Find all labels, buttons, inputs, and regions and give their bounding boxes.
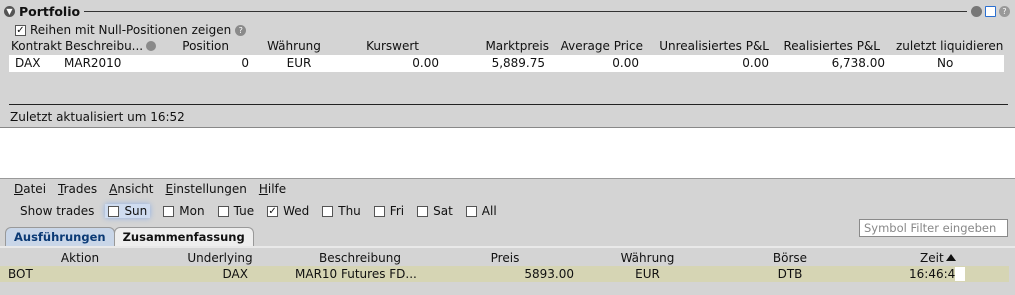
day-checkbox[interactable]: [163, 205, 175, 217]
show-trades-filter: Show trades Sun Mon Tue ✓ Wed Thu Fri Sat…: [20, 204, 510, 218]
day-checkbox[interactable]: [417, 205, 429, 217]
cell-boerse: DTB: [777, 267, 803, 281]
day-checkbox[interactable]: [108, 205, 120, 217]
portfolio-title: Portfolio: [19, 3, 81, 19]
link-icon[interactable]: [971, 5, 982, 17]
trades-panel: Datei Trades Ansicht Einstellungen Hilfe…: [0, 178, 1015, 295]
cell-kurswert: 0.00: [412, 56, 439, 70]
col-position[interactable]: Position: [159, 39, 229, 53]
col-beschreibung[interactable]: Beschreibu...: [65, 39, 143, 53]
maximize-icon[interactable]: [985, 5, 996, 17]
null-positions-checkbox[interactable]: ✓: [15, 24, 26, 36]
tab-underline: [0, 246, 1015, 248]
col-waehrung[interactable]: Währung: [254, 39, 334, 53]
sort-ascending-icon: [945, 254, 956, 261]
cell-waehrung: EUR: [286, 56, 312, 70]
day-checkbox[interactable]: [465, 205, 477, 217]
col-beschreibung[interactable]: Beschreibung: [310, 251, 410, 265]
cell-preis: 5893.00: [524, 267, 574, 281]
col-waehrung[interactable]: Währung: [610, 251, 685, 265]
col-realisiertes-pl[interactable]: Realisiertes P&L: [769, 39, 880, 53]
menu-trades[interactable]: Trades: [58, 182, 97, 196]
day-checkbox[interactable]: [217, 205, 229, 217]
day-checkbox[interactable]: [322, 205, 334, 217]
cell-beschreibung: MAR2010: [64, 56, 122, 70]
cell-unrealisiertes-pl: 0.00: [742, 56, 769, 70]
tab-ausfuehrungen[interactable]: Ausführungen: [5, 227, 115, 247]
symbol-filter-input[interactable]: Symbol Filter eingeben: [859, 219, 1008, 237]
day-checkbox[interactable]: ✓: [267, 205, 279, 217]
day-wed[interactable]: ✓ Wed: [267, 204, 309, 218]
cell-waehrung: EUR: [635, 267, 660, 281]
cell-underlying: DAX: [222, 267, 248, 281]
menu-datei[interactable]: Datei: [14, 182, 46, 196]
cell-average-price: 0.00: [612, 56, 639, 70]
col-marktpreis[interactable]: Marktpreis: [439, 39, 549, 53]
col-zuletzt-liquidieren[interactable]: zuletzt liquidieren: [896, 39, 1003, 53]
cell-realisiertes-pl: 6,738.00: [831, 56, 885, 70]
cell-position: 0: [241, 56, 249, 70]
portfolio-table: Kontrakt Beschreibu... Position Währung …: [9, 38, 1004, 72]
col-unrealisiertes-pl[interactable]: Unrealisiertes P&L: [649, 39, 769, 53]
menu-ansicht[interactable]: Ansicht: [109, 182, 153, 196]
collapse-chevron-icon[interactable]: ▼: [4, 5, 15, 17]
divider: [9, 104, 1008, 105]
day-sat[interactable]: Sat: [417, 204, 453, 218]
table-row[interactable]: BOT DAX MAR10 Futures FD... 5893.00 EUR …: [0, 266, 1009, 282]
table-row[interactable]: DAX MAR2010 0 EUR 0.00 5,889.75 0.00 0.0…: [9, 55, 1004, 72]
trades-tabs: Ausführungen Zusammenfassung: [5, 227, 254, 247]
day-checkbox[interactable]: [373, 205, 385, 217]
col-zeit[interactable]: Zeit: [920, 251, 956, 265]
trades-header-row: Aktion Underlying Beschreibung Preis Wäh…: [0, 250, 1009, 266]
last-updated: Zuletzt aktualisiert um 16:52: [10, 110, 185, 124]
null-positions-label: Reihen mit Null-Positionen zeigen: [30, 23, 232, 37]
help-icon[interactable]: ?: [999, 5, 1010, 17]
menu-bar: Datei Trades Ansicht Einstellungen Hilfe: [14, 182, 298, 196]
null-positions-option[interactable]: ✓ Reihen mit Null-Positionen zeigen ?: [15, 23, 247, 37]
day-fri[interactable]: Fri: [373, 204, 404, 218]
tab-zusammenfassung[interactable]: Zusammenfassung: [113, 227, 254, 247]
day-thu[interactable]: Thu: [322, 204, 361, 218]
day-all[interactable]: All: [465, 204, 497, 218]
info-icon[interactable]: ?: [235, 24, 247, 36]
cell-aktion: BOT: [8, 267, 33, 281]
col-aktion[interactable]: Aktion: [45, 251, 115, 265]
col-underlying[interactable]: Underlying: [180, 251, 260, 265]
cell-zeit: 16:46:4: [909, 267, 956, 281]
portfolio-panel: ▼ Portfolio ? ✓ Reihen mit Null-Position…: [0, 0, 1015, 128]
col-kurswert[interactable]: Kurswert: [329, 39, 419, 53]
menu-einstellungen[interactable]: Einstellungen: [165, 182, 246, 196]
cell-marktpreis: 5,889.75: [491, 56, 545, 70]
col-average-price[interactable]: Average Price: [539, 39, 643, 53]
column-menu-icon[interactable]: [146, 41, 156, 51]
portfolio-header-row: Kontrakt Beschreibu... Position Währung …: [9, 38, 1004, 55]
cell-kontrakt: DAX: [15, 56, 41, 70]
portfolio-title-bar: ▼ Portfolio ?: [4, 3, 1010, 19]
trades-table: Aktion Underlying Beschreibung Preis Wäh…: [0, 250, 1009, 282]
cell-zuletzt-liquidieren: No: [937, 56, 954, 70]
col-preis[interactable]: Preis: [470, 251, 540, 265]
show-trades-label: Show trades: [20, 204, 95, 218]
cell-beschreibung: MAR10 Futures FD...: [295, 267, 417, 281]
day-sun[interactable]: Sun: [105, 204, 151, 218]
col-boerse[interactable]: Börse: [760, 251, 820, 265]
title-divider: [84, 10, 967, 12]
menu-hilfe[interactable]: Hilfe: [259, 182, 286, 196]
day-mon[interactable]: Mon: [163, 204, 205, 218]
col-kontrakt[interactable]: Kontrakt: [11, 39, 62, 53]
day-tue[interactable]: Tue: [217, 204, 254, 218]
text-cursor-block: [955, 267, 965, 281]
